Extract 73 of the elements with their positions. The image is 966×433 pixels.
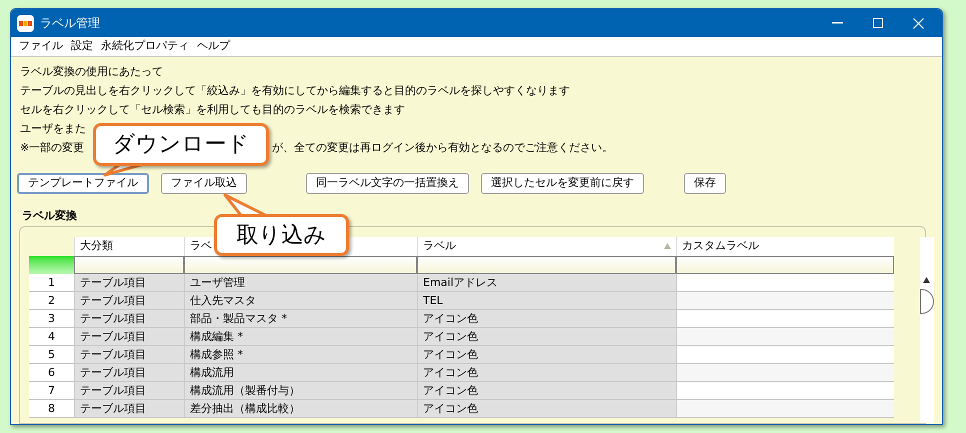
row-number: 5 [29, 346, 74, 362]
table-cell: 構成流用（製番付与） [184, 382, 417, 398]
column-header[interactable]: ラベル [423, 238, 671, 254]
table-cell[interactable] [676, 274, 894, 290]
table-cell: テーブル項目 [74, 364, 184, 380]
menu-item[interactable]: ファイル [19, 38, 63, 55]
scroll-up-icon[interactable] [923, 276, 930, 282]
table-cell: Emailアドレス [417, 274, 676, 290]
table-cell: TEL [417, 292, 676, 308]
table-cell: アイコン色 [417, 346, 676, 362]
table-cell: 構成流用 [184, 364, 417, 380]
toolbar-button[interactable]: 保存 [684, 173, 726, 194]
menu-item[interactable]: 設定 [71, 38, 93, 55]
menu-item[interactable]: ヘルプ [197, 38, 230, 55]
table-cell: テーブル項目 [74, 400, 184, 416]
table-cell: テーブル項目 [74, 310, 184, 326]
table-cell[interactable] [676, 400, 894, 416]
table-cell: テーブル項目 [74, 274, 184, 290]
table-cell: 仕入先マスタ [184, 292, 417, 308]
section-title: ラベル変換 [22, 208, 77, 224]
table-cell: アイコン色 [417, 400, 676, 416]
table-cell[interactable] [676, 328, 894, 344]
table-cell[interactable] [676, 292, 894, 308]
menu-item[interactable]: 永続化プロパティ [101, 38, 189, 55]
table-cell[interactable] [676, 382, 894, 398]
filter-indicator [29, 256, 74, 274]
toolbar-button[interactable]: 同一ラベル文字の一括置換え [306, 173, 469, 194]
maximize-icon[interactable] [873, 18, 883, 28]
table-cell[interactable] [676, 310, 894, 326]
row-number: 3 [29, 310, 74, 326]
table-cell: テーブル項目 [74, 346, 184, 362]
filter-field[interactable] [417, 256, 676, 274]
table-cell: テーブル項目 [74, 328, 184, 344]
row-number: 8 [29, 400, 74, 416]
filter-field[interactable] [74, 256, 184, 274]
filter-field[interactable] [184, 256, 417, 274]
row-number: 1 [29, 274, 74, 290]
window-title: ラベル管理 [40, 15, 100, 32]
table-cell[interactable] [676, 346, 894, 362]
column-header[interactable]: カスタムラベル [682, 238, 759, 254]
toolbar-button[interactable]: 選択したセルを変更前に戻す [481, 173, 644, 194]
table-cell: アイコン色 [417, 328, 676, 344]
note-text: テーブルの見出しを右クリックして「絞込み」を有効にしてから編集すると目的のラベルを探しやすくなります [20, 84, 570, 97]
filter-field[interactable] [676, 256, 894, 274]
note-text: ラベル変換の使用にあたって [20, 65, 163, 78]
app-logo-icon [17, 14, 34, 32]
table-cell: 差分抽出（構成比較） [184, 400, 417, 416]
minimize-icon[interactable] [832, 22, 843, 24]
table-cell: テーブル項目 [74, 382, 184, 398]
table-cell: アイコン色 [417, 310, 676, 326]
note-text: ※一部の変更 [20, 141, 84, 154]
column-header[interactable]: 大分類 [80, 238, 113, 254]
row-number: 2 [29, 292, 74, 308]
table-cell[interactable] [676, 364, 894, 380]
row-number: 6 [29, 364, 74, 380]
close-icon[interactable] [913, 18, 924, 28]
note-text: セルを右クリックして「セル検索」を利用しても目的のラベルを検索できます [20, 103, 405, 116]
table-cell: アイコン色 [417, 364, 676, 380]
note-text: ユーザをまた [20, 122, 86, 135]
column-header[interactable]: ラベ [190, 238, 212, 254]
table-cell: 構成編集 * [184, 328, 417, 344]
toolbar-button[interactable]: ファイル取込 [161, 173, 247, 194]
note-text: が、全ての変更は再ログイン後から有効となるのでご注意ください。 [272, 141, 613, 154]
table-cell: アイコン色 [417, 382, 676, 398]
table-cell: テーブル項目 [74, 292, 184, 308]
table-cell: 構成参照 * [184, 346, 417, 362]
scrollbar[interactable] [920, 236, 934, 423]
row-number: 4 [29, 328, 74, 344]
row-number: 7 [29, 382, 74, 398]
table-cell: 部品・製品マスタ * [184, 310, 417, 326]
table-cell: ユーザ管理 [184, 274, 417, 290]
sort-arrow-icon [664, 243, 671, 249]
scroll-thumb[interactable] [920, 288, 934, 314]
